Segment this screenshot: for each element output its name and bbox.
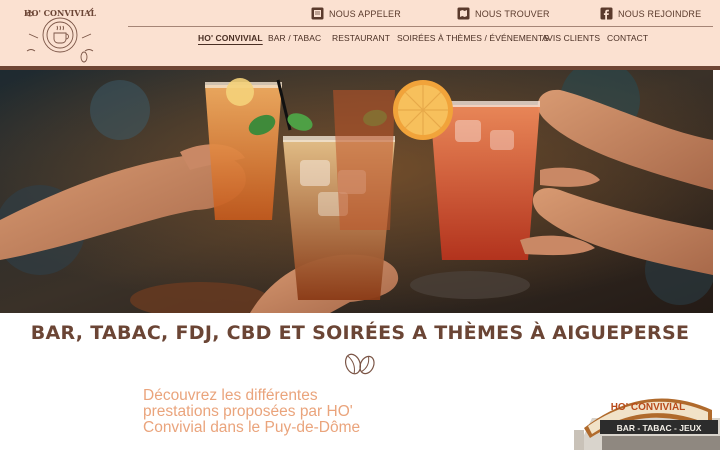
join-us-link[interactable]: NOUS REJOINDRE — [600, 7, 701, 20]
site-header: HO' CONVIVIAL NOUS APPELER NOUS TROUVER … — [0, 0, 720, 67]
hero-image — [0, 70, 713, 313]
map-icon — [457, 7, 470, 20]
call-us-label: NOUS APPELER — [329, 8, 401, 19]
nav-item-avis-clients[interactable]: AVIS CLIENTS — [542, 33, 600, 43]
nav-item-contact[interactable]: CONTACT — [607, 33, 648, 43]
nav-item-bar-tabac[interactable]: BAR / TABAC — [268, 33, 321, 43]
storefront-sign-subtitle: BAR - TABAC - JEUX — [617, 423, 702, 433]
storefront-image: HO' CONVIVIAL BAR - TABAC - JEUX — [572, 388, 720, 450]
facebook-icon — [600, 7, 613, 20]
nav-item-ho-convivial[interactable]: HO' CONVIVIAL — [198, 33, 263, 43]
header-divider — [128, 26, 713, 27]
logo-text: HO' CONVIVIAL — [24, 8, 97, 18]
main-navigation: HO' CONVIVIAL BAR / TABAC RESTAURANT SOI… — [0, 33, 720, 47]
call-us-link[interactable]: NOUS APPELER — [311, 7, 401, 20]
nav-item-restaurant[interactable]: RESTAURANT — [332, 33, 390, 43]
storefront-sign-title: HO' CONVIVIAL — [611, 402, 686, 413]
phone-book-icon — [311, 7, 324, 20]
find-us-link[interactable]: NOUS TROUVER — [457, 7, 550, 20]
join-us-label: NOUS REJOINDRE — [618, 8, 702, 19]
find-us-label: NOUS TROUVER — [475, 8, 550, 19]
coffee-beans-icon — [344, 353, 375, 375]
cocktail-toast-illustration — [0, 70, 713, 313]
page-headline: BAR, TABAC, FDJ, CBD ET SOIRÉES A THÈMES… — [30, 322, 690, 344]
intro-text: Découvrez les différentes prestations pr… — [143, 387, 361, 436]
nav-item-soirees-themes[interactable]: SOIRÉES À THÈMES / ÉVÉNEMENTS — [397, 33, 549, 43]
